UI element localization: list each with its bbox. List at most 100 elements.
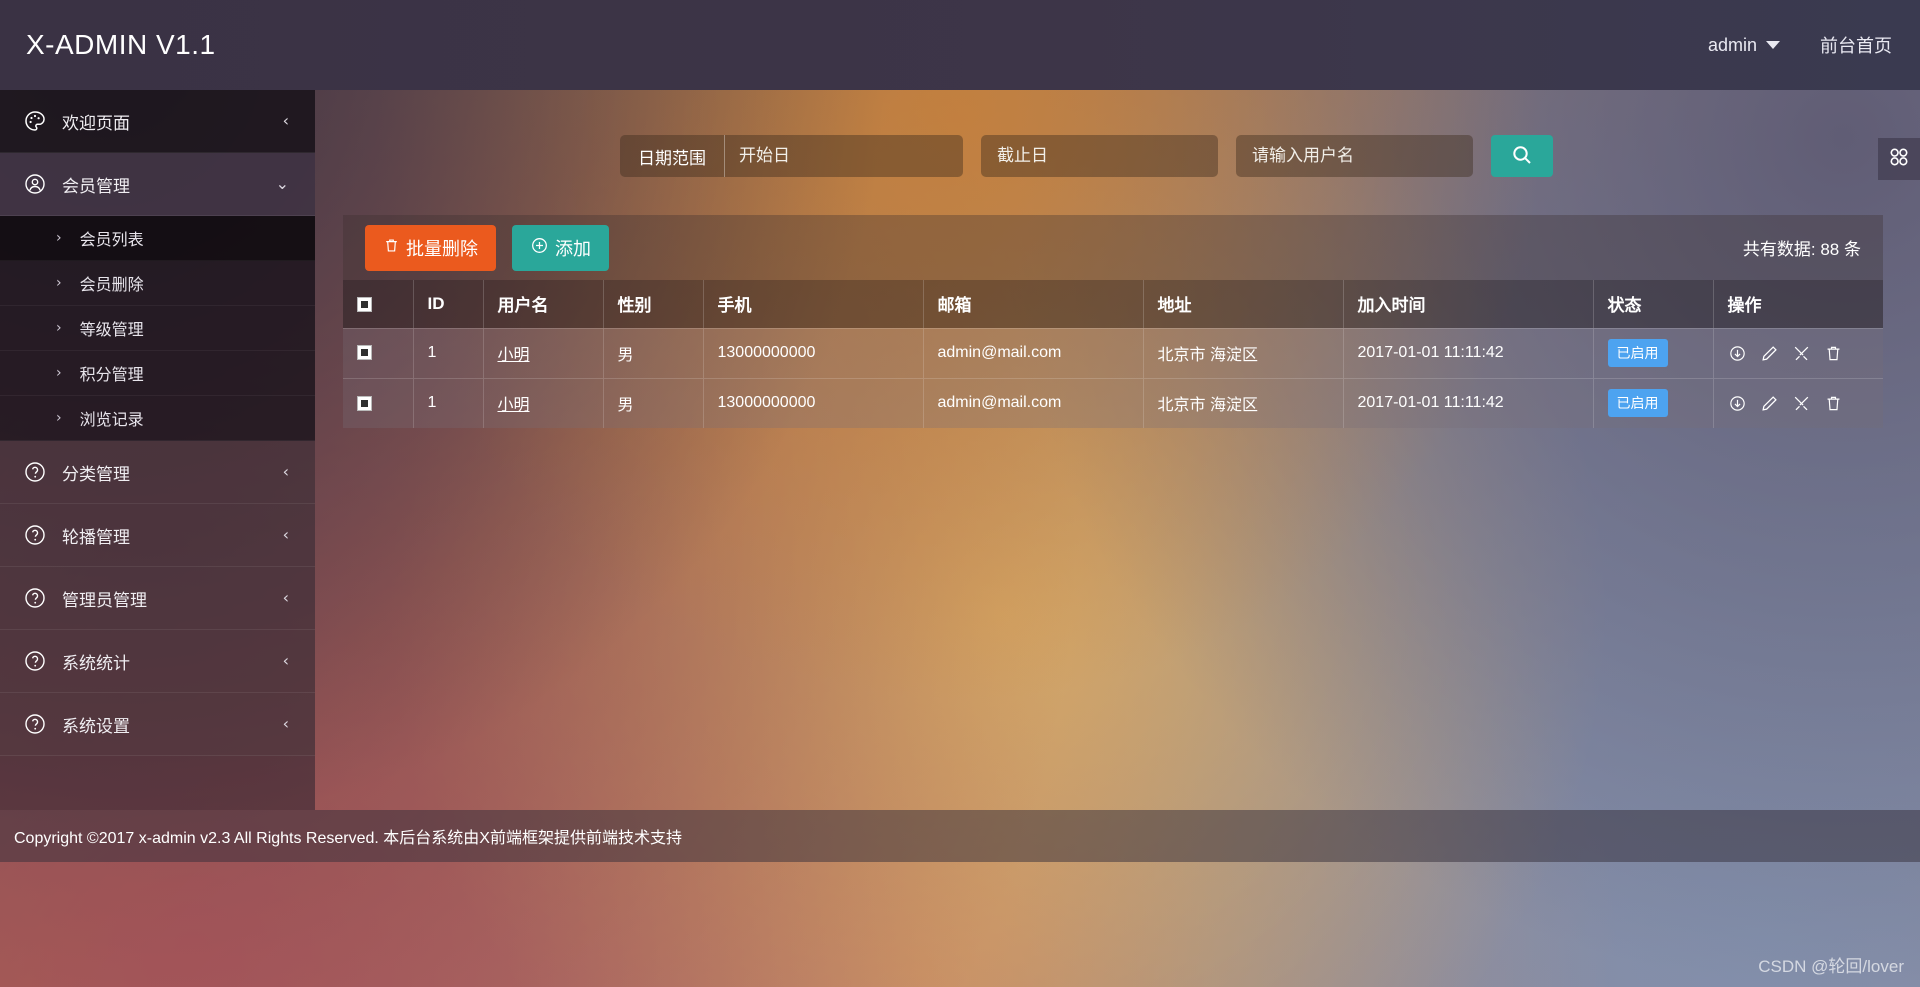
sidebar-item-label: 轮播管理 [62, 523, 283, 548]
date-range-label: 日期范围 [620, 135, 725, 177]
member-data-table: ID 用户名 性别 手机 邮箱 地址 加入时间 状态 操作 1 小明 男 [343, 280, 1883, 428]
chevron-left-icon: ‹ [283, 464, 289, 480]
column-header-id: ID [413, 280, 483, 328]
cell-operations [1713, 378, 1883, 428]
sidebar-item-admin-management[interactable]: 管理员管理 ‹ [0, 567, 315, 630]
table-row: 1 小明 男 13000000000 admin@mail.com 北京市 海淀… [343, 378, 1883, 428]
chevron-down-icon: ⌄ [276, 176, 289, 192]
palette-icon [22, 108, 48, 134]
chevron-left-icon: ‹ [283, 716, 289, 732]
username-link[interactable]: 小明 [498, 347, 530, 364]
record-count-text: 共有数据: 88 条 [1743, 235, 1861, 260]
sidebar-item-carousel-management[interactable]: 轮播管理 ‹ [0, 504, 315, 567]
cell-email: admin@mail.com [923, 328, 1143, 378]
table-row: 1 小明 男 13000000000 admin@mail.com 北京市 海淀… [343, 328, 1883, 378]
edit-pencil-icon[interactable] [1760, 394, 1779, 413]
sidebar-subitem-points-management[interactable]: › 积分管理 [0, 351, 315, 396]
tools-icon[interactable] [1792, 394, 1811, 413]
plus-circle-icon [530, 236, 549, 260]
sidebar-item-label: 管理员管理 [62, 586, 283, 611]
sidebar-subitem-level-management[interactable]: › 等级管理 [0, 306, 315, 351]
cell-gender: 男 [603, 378, 703, 428]
chevron-left-icon: ‹ [283, 653, 289, 669]
username-link[interactable]: 小明 [498, 397, 530, 414]
sidebar-subitem-label: 浏览记录 [80, 406, 144, 430]
row-select-cell [343, 328, 413, 378]
tools-icon[interactable] [1792, 344, 1811, 363]
sidebar-subitem-member-list[interactable]: › 会员列表 [0, 216, 315, 261]
trash-icon[interactable] [1824, 394, 1843, 413]
end-date-input[interactable] [981, 135, 1218, 177]
chevron-left-icon: ‹ [283, 527, 289, 543]
download-icon[interactable] [1728, 394, 1747, 413]
sidebar-subitem-label: 会员删除 [80, 271, 144, 295]
chevron-left-icon: ‹ [283, 590, 289, 606]
search-button[interactable] [1491, 135, 1553, 177]
sidebar-item-system-settings[interactable]: 系统设置 ‹ [0, 693, 315, 756]
table-header-row: ID 用户名 性别 手机 邮箱 地址 加入时间 状态 操作 [343, 280, 1883, 328]
start-date-input[interactable] [725, 135, 963, 177]
chevron-down-icon [1766, 41, 1780, 49]
download-icon[interactable] [1728, 344, 1747, 363]
cell-username: 小明 [483, 328, 603, 378]
cell-operations [1713, 328, 1883, 378]
status-badge[interactable]: 已启用 [1608, 389, 1668, 417]
sidebar-subitem-label: 等级管理 [80, 316, 144, 340]
cell-join-time: 2017-01-01 11:11:42 [1343, 378, 1593, 428]
trash-icon[interactable] [1824, 344, 1843, 363]
add-button[interactable]: 添加 [512, 225, 609, 271]
sidebar-item-welcome[interactable]: 欢迎页面 ‹ [0, 90, 315, 153]
user-menu-label: admin [1708, 35, 1757, 56]
row-checkbox[interactable] [357, 396, 372, 411]
sidebar-item-category-management[interactable]: 分类管理 ‹ [0, 441, 315, 504]
floating-widget-button[interactable] [1878, 138, 1920, 180]
column-header-operations: 操作 [1713, 280, 1883, 328]
front-home-link[interactable]: 前台首页 [1820, 32, 1892, 58]
cell-gender: 男 [603, 328, 703, 378]
top-header-bar: X-ADMIN V1.1 admin 前台首页 [0, 0, 1920, 90]
edit-pencil-icon[interactable] [1760, 344, 1779, 363]
cell-phone: 13000000000 [703, 378, 923, 428]
sidebar-item-label: 分类管理 [62, 460, 283, 485]
user-circle-icon [22, 171, 48, 197]
search-filter-bar: 日期范围 [620, 135, 1553, 177]
batch-delete-button[interactable]: 批量删除 [365, 225, 496, 271]
column-header-phone: 手机 [703, 280, 923, 328]
cell-status: 已启用 [1593, 328, 1713, 378]
column-header-join-time: 加入时间 [1343, 280, 1593, 328]
sidebar-subitem-member-delete[interactable]: › 会员删除 [0, 261, 315, 306]
cell-address: 北京市 海淀区 [1143, 328, 1343, 378]
app-brand-title: X-ADMIN V1.1 [0, 29, 216, 61]
user-menu-admin[interactable]: admin [1708, 35, 1780, 56]
sidebar-subitem-browse-history[interactable]: › 浏览记录 [0, 396, 315, 441]
column-header-email: 邮箱 [923, 280, 1143, 328]
cell-email: admin@mail.com [923, 378, 1143, 428]
row-checkbox[interactable] [357, 345, 372, 360]
sidebar-item-member-management[interactable]: 会员管理 ⌄ [0, 153, 315, 216]
batch-delete-label: 批量删除 [406, 235, 478, 261]
sidebar-subitem-label: 会员列表 [80, 226, 144, 250]
date-range-group: 日期范围 [620, 135, 963, 177]
header-right-group: admin 前台首页 [1708, 32, 1920, 58]
sidebar-item-system-statistics[interactable]: 系统统计 ‹ [0, 630, 315, 693]
chevron-right-icon: › [56, 365, 62, 381]
cell-join-time: 2017-01-01 11:11:42 [1343, 328, 1593, 378]
chevron-right-icon: › [56, 410, 62, 426]
cell-address: 北京市 海淀区 [1143, 378, 1343, 428]
status-badge[interactable]: 已启用 [1608, 339, 1668, 367]
row-select-cell [343, 378, 413, 428]
cell-status: 已启用 [1593, 378, 1713, 428]
select-all-header [343, 280, 413, 328]
row-operations [1728, 344, 1870, 363]
cell-username: 小明 [483, 378, 603, 428]
username-search-input[interactable] [1236, 135, 1473, 177]
chevron-left-icon: ‹ [283, 113, 289, 129]
chevron-right-icon: › [56, 320, 62, 336]
row-operations [1728, 394, 1870, 413]
main-content: 日期范围 批量删除 [315, 90, 1920, 810]
select-all-checkbox[interactable] [357, 297, 372, 312]
sidebar-nav: 欢迎页面 ‹ 会员管理 ⌄ › 会员列表 › 会员删除 › 等级管理 › 积分管… [0, 90, 315, 810]
trash-icon [383, 237, 400, 259]
app-widget-icon [1886, 144, 1912, 175]
question-circle-icon [22, 648, 48, 674]
